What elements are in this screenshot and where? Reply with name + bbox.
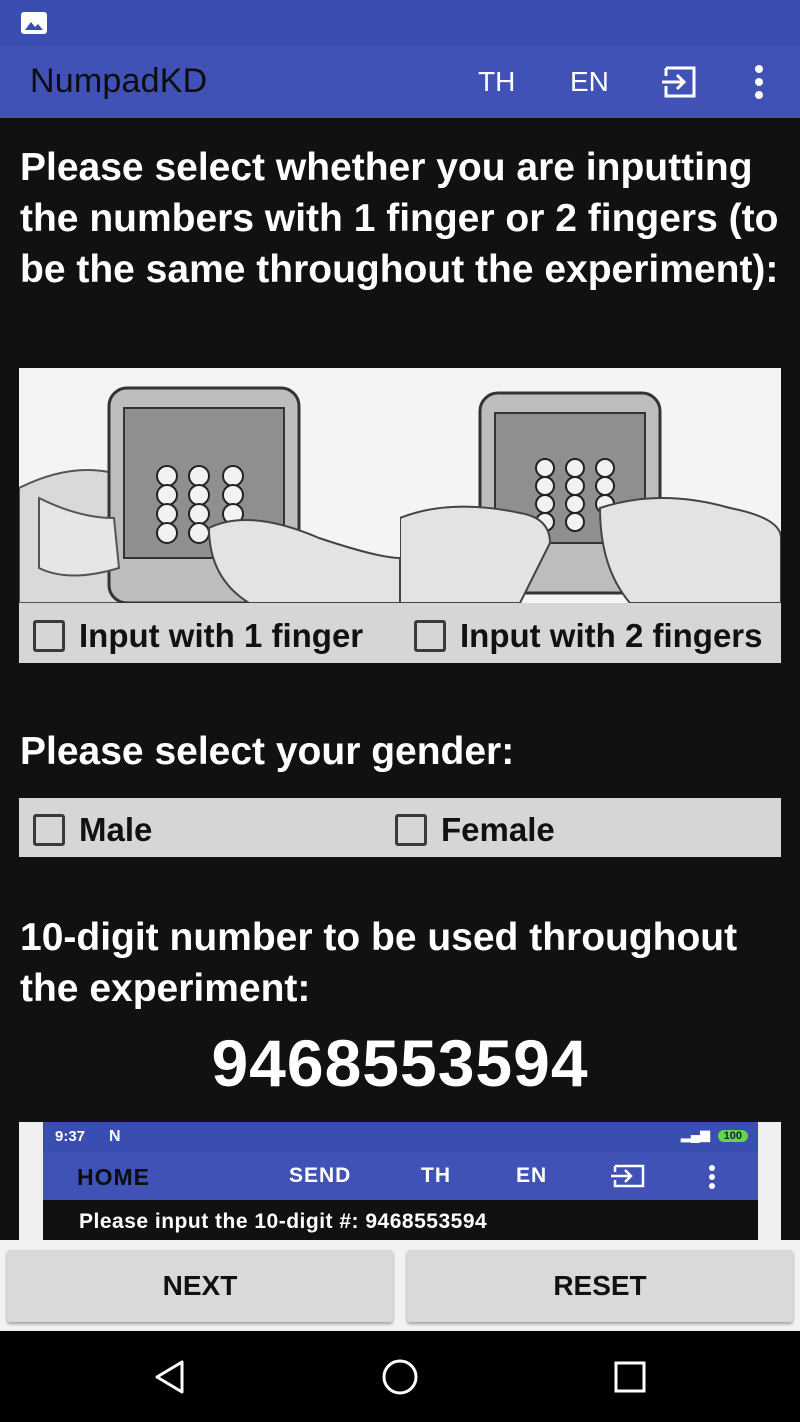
one-finger-label: Input with 1 finger (79, 617, 364, 654)
next-button[interactable]: NEXT (7, 1250, 393, 1322)
preview-status-bar: 9:37 N ▂▄▆ 100 (43, 1122, 758, 1152)
preview-exit-icon (611, 1164, 645, 1188)
preview-signal-icon: ▂▄▆ (680, 1127, 711, 1142)
two-fingers-checkbox[interactable] (414, 620, 446, 652)
finger-option-panel: Input with 1 finger Input with 2 fingers (19, 368, 781, 663)
app-bar: NumpadKD TH EN (0, 46, 800, 118)
preview-system-icons: ▂▄▆ 100 (681, 1127, 748, 1143)
more-vert-icon[interactable] (748, 64, 770, 100)
preview-battery-icon: 100 (717, 1130, 748, 1142)
app-title: NumpadKD (30, 62, 208, 100)
next-screen-preview: 9:37 N ▂▄▆ 100 HOME SEND TH EN Please in… (19, 1122, 781, 1240)
status-bar (0, 0, 800, 46)
two-fingers-label: Input with 2 fingers (460, 617, 763, 654)
gender-option-panel: Male Female (19, 798, 781, 857)
preview-th-label: TH (421, 1164, 451, 1187)
finger-prompt: Please select whether you are inputting … (20, 146, 779, 291)
button-bar: NEXT RESET (0, 1240, 800, 1331)
navigation-bar (0, 1331, 800, 1422)
two-finger-illustration (400, 368, 781, 603)
preview-more-icon (709, 1165, 715, 1189)
option-one-finger[interactable]: Input with 1 finger (33, 617, 363, 655)
option-female[interactable]: Female (395, 811, 555, 849)
home-icon[interactable] (380, 1357, 420, 1397)
preview-prompt: Please input the 10-digit #: 9468553594 (43, 1200, 758, 1240)
preview-app-bar: HOME SEND TH EN (43, 1152, 758, 1200)
reset-button[interactable]: RESET (407, 1250, 793, 1322)
back-icon[interactable] (150, 1357, 190, 1397)
female-label: Female (441, 811, 555, 848)
one-finger-illustration (19, 368, 400, 603)
gender-prompt: Please select your gender: (20, 730, 515, 773)
preview-n-icon: N (109, 1128, 121, 1145)
preview-en-label: EN (516, 1164, 548, 1187)
option-two-fingers[interactable]: Input with 2 fingers (414, 617, 763, 655)
male-checkbox[interactable] (33, 814, 65, 846)
option-male[interactable]: Male (33, 811, 152, 849)
preview-time: 9:37 (55, 1128, 86, 1145)
experiment-number: 9468553594 (211, 1026, 589, 1100)
exit-icon[interactable] (660, 62, 700, 102)
number-prompt: 10-digit number to be used throughout th… (20, 916, 738, 1010)
male-label: Male (79, 811, 153, 848)
language-en-button[interactable]: EN (570, 66, 609, 98)
recents-icon[interactable] (610, 1357, 650, 1397)
language-th-button[interactable]: TH (478, 66, 515, 98)
preview-send-label: SEND (289, 1164, 352, 1187)
one-finger-checkbox[interactable] (33, 620, 65, 652)
female-checkbox[interactable] (395, 814, 427, 846)
preview-home-label: HOME (77, 1164, 150, 1190)
image-icon (21, 12, 47, 34)
